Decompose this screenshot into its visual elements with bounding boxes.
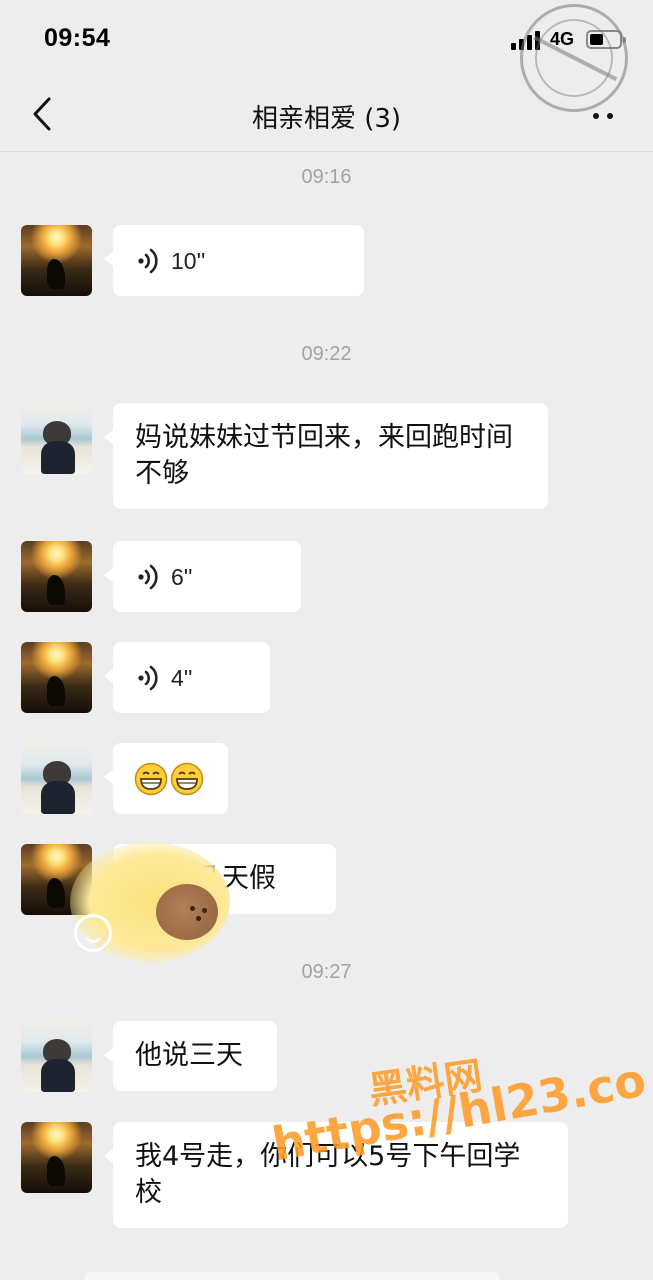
time-divider: 09:22 <box>301 343 352 365</box>
avatar[interactable] <box>21 642 92 713</box>
voice-duration: 4'' <box>171 664 193 691</box>
time-divider: 09:16 <box>301 166 352 188</box>
time-divider: 09:27 <box>301 961 352 983</box>
voice-message[interactable]: 6'' <box>104 541 301 612</box>
voice-message[interactable]: 4'' <box>104 642 270 713</box>
voice-wave-icon <box>138 665 158 690</box>
watermark-brand: 黑料网 <box>365 1053 486 1113</box>
text-message[interactable]: 是几天假 <box>104 844 336 914</box>
grin-emoji-icon <box>170 762 204 795</box>
avatar[interactable] <box>21 403 92 474</box>
text-message[interactable]: 我4号走，你们可以5号下午回学校 <box>104 1122 568 1228</box>
text-message[interactable]: 妈说妹妹过节回来，来回跑时间不够 <box>104 403 548 509</box>
avatar[interactable] <box>21 541 92 612</box>
avatar[interactable] <box>21 844 92 915</box>
message-text: 妈说妹妹过节回来，来回跑时间不够 <box>135 422 513 489</box>
message-text: 是几天假 <box>168 863 276 894</box>
voice-message[interactable]: 10'' <box>104 225 364 296</box>
voice-duration: 10'' <box>171 247 206 274</box>
voice-wave-icon <box>138 564 158 589</box>
emoji-message[interactable] <box>104 743 228 814</box>
input-bar[interactable] <box>84 1272 500 1280</box>
avatar[interactable] <box>21 1122 92 1193</box>
status-time: 09:54 <box>44 24 111 52</box>
text-message[interactable]: 他说三天 <box>104 1021 277 1091</box>
voice-wave-icon <box>138 248 158 273</box>
voice-duration: 6'' <box>171 563 193 590</box>
avatar[interactable] <box>21 1021 92 1092</box>
smiley-sticker-icon <box>74 914 112 952</box>
avatar[interactable] <box>21 225 92 296</box>
message-text: 我4号走，你们可以5号下午回学校 <box>135 1141 521 1208</box>
grin-emoji-icon <box>134 762 168 795</box>
message-text: 他说三天 <box>135 1040 243 1071</box>
avatar[interactable] <box>21 743 92 814</box>
more-dots-icon <box>593 113 599 119</box>
